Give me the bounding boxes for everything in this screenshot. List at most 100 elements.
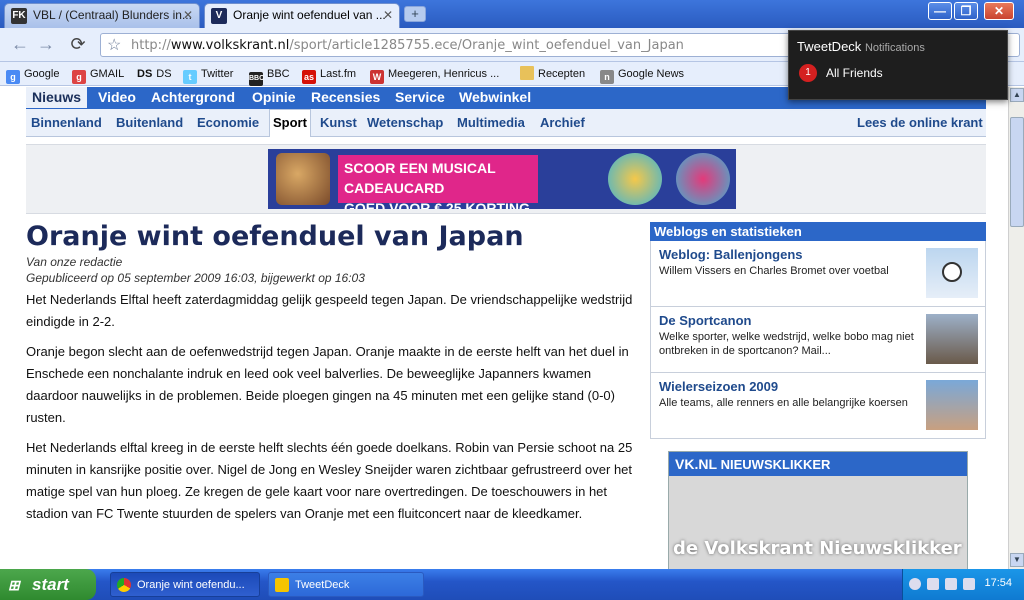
bookmark-meegeren[interactable]: W Meegeren, Henricus ... bbox=[370, 66, 499, 84]
tab-close-icon[interactable]: ✕ bbox=[183, 4, 193, 27]
advertisement-banner[interactable]: SCOOR EEN MUSICAL CADEAUCARD GOED VOOR € … bbox=[268, 149, 736, 209]
google-icon: g bbox=[6, 70, 20, 84]
taskbar-item-tweetdeck[interactable]: TweetDeck bbox=[268, 572, 424, 597]
nav-webwinkel[interactable]: Webwinkel bbox=[459, 88, 531, 106]
subnav-multimedia[interactable]: Multimedia bbox=[457, 115, 525, 130]
article: Oranje wint oefenduel van Japan Van onze… bbox=[26, 220, 638, 525]
article-paragraph: Het Nederlands Elftal heeft zaterdagmidd… bbox=[26, 292, 633, 329]
ad-badge-icon bbox=[676, 153, 730, 205]
article-paragraph: Het Nederlands elftal kreeg in de eerste… bbox=[26, 440, 633, 521]
subnav-wetenschap[interactable]: Wetenschap bbox=[367, 115, 443, 130]
nieuwsklikker-box[interactable]: VK.NL NIEUWSKLIKKER de Volkskrant Nieuws… bbox=[668, 451, 968, 569]
gmail-icon: g bbox=[72, 70, 86, 84]
sidebar-item-desc: Alle teams, alle renners en alle belangr… bbox=[659, 397, 908, 409]
tweetdeck-notification[interactable]: TweetDeck Notifications 1 All Friends bbox=[788, 30, 1008, 100]
system-tray: 17:54 bbox=[902, 569, 1024, 600]
bookmark-lastfm[interactable]: as Last.fm bbox=[302, 66, 356, 84]
windows-taskbar: ⊞ start Oranje wint oefendu... TweetDeck… bbox=[0, 569, 1024, 600]
network-icon[interactable] bbox=[927, 578, 939, 590]
scroll-up-icon[interactable]: ▲ bbox=[1010, 88, 1024, 102]
chrome-icon bbox=[117, 578, 131, 592]
bookmark-star-icon[interactable]: ☆ bbox=[107, 35, 121, 55]
tab-volkskrant[interactable]: V Oranje wint oefenduel van ... ✕ bbox=[204, 3, 400, 28]
article-paragraph: Oranje begon slecht aan de oefenwedstrij… bbox=[26, 344, 629, 425]
sidebar-item[interactable]: Weblog: Ballenjongens Willem Vissers en … bbox=[650, 241, 986, 307]
maximize-button[interactable]: ❐ bbox=[954, 2, 978, 20]
folder-icon bbox=[520, 66, 534, 80]
subnav-sport[interactable]: Sport bbox=[269, 109, 311, 137]
volkskrant-favicon-icon: V bbox=[211, 8, 227, 24]
all-friends-link[interactable]: All Friends bbox=[826, 66, 883, 80]
bookmark-ds[interactable]: DS DS bbox=[137, 66, 172, 82]
subnav-buitenland[interactable]: Buitenland bbox=[116, 115, 183, 130]
sidebar-weblogs: Weblogs en statistieken Weblog: Ballenjo… bbox=[650, 222, 986, 439]
clock: 17:54 bbox=[984, 577, 1012, 589]
web-page: Nieuws Video Achtergrond Opinie Recensie… bbox=[0, 87, 1008, 569]
minimize-button[interactable]: — bbox=[928, 2, 952, 20]
tweetdeck-icon bbox=[275, 578, 289, 592]
volume-icon[interactable] bbox=[963, 578, 975, 590]
tab-vbl[interactable]: FK VBL / (Centraal) Blunders in... ✕ bbox=[4, 3, 200, 28]
online-krant-link[interactable]: Lees de online krant bbox=[857, 115, 983, 130]
lastfm-icon: as bbox=[302, 70, 316, 84]
scrollbar-thumb[interactable] bbox=[1010, 117, 1024, 227]
tab-close-icon[interactable]: ✕ bbox=[383, 4, 393, 27]
banner-area: SCOOR EEN MUSICAL CADEAUCARD GOED VOOR € … bbox=[26, 144, 986, 214]
google-news-icon: n bbox=[600, 70, 614, 84]
football-thumbnail-icon bbox=[926, 248, 978, 298]
page-scrollbar[interactable]: ▲ ▼ bbox=[1008, 87, 1024, 569]
close-window-button[interactable]: ✕ bbox=[984, 2, 1014, 20]
subnav-economie[interactable]: Economie bbox=[197, 115, 259, 130]
bookmark-twitter[interactable]: t Twitter bbox=[183, 66, 233, 84]
ad-badge-icon bbox=[608, 153, 662, 205]
start-button[interactable]: ⊞ start bbox=[0, 569, 96, 600]
bookmark-recepten[interactable]: Recepten bbox=[520, 66, 585, 82]
nav-achtergrond[interactable]: Achtergrond bbox=[151, 88, 235, 106]
bookmark-bbc[interactable]: BBC BBC bbox=[249, 66, 290, 86]
forward-button[interactable]: → bbox=[34, 33, 58, 57]
cyclist-thumbnail-icon bbox=[926, 380, 978, 430]
sidebar-heading: Weblogs en statistieken bbox=[650, 222, 986, 241]
windows-logo-icon: ⊞ bbox=[8, 577, 20, 593]
bookmark-gmail[interactable]: g GMAIL bbox=[72, 66, 124, 84]
sub-nav: Binnenland Buitenland Economie Sport Kun… bbox=[26, 109, 986, 137]
sidebar-item[interactable]: Wielerseizoen 2009 Alle teams, alle renn… bbox=[650, 373, 986, 439]
subnav-archief[interactable]: Archief bbox=[540, 115, 585, 130]
back-button[interactable]: ← bbox=[8, 33, 32, 57]
article-headline: Oranje wint oefenduel van Japan bbox=[26, 221, 524, 252]
bookmark-google-news[interactable]: n Google News bbox=[600, 66, 684, 84]
nieuwsklikker-heading: VK.NL NIEUWSKLIKKER bbox=[669, 452, 967, 476]
article-byline: Van onze redactie bbox=[26, 255, 123, 269]
twitter-icon: t bbox=[183, 70, 197, 84]
ad-image-icon bbox=[276, 153, 330, 205]
nav-video[interactable]: Video bbox=[98, 88, 136, 106]
scroll-down-icon[interactable]: ▼ bbox=[1010, 553, 1024, 567]
url-text[interactable]: http://www.volkskrant.nl/sport/article12… bbox=[131, 38, 684, 53]
notification-count-badge: 1 bbox=[799, 64, 817, 82]
nieuwsklikker-title: de Volkskrant Nieuwsklikker bbox=[673, 538, 962, 559]
battery-icon[interactable] bbox=[945, 578, 957, 590]
tab-label: VBL / (Centraal) Blunders in... bbox=[33, 8, 192, 22]
sidebar-item-desc: Willem Vissers en Charles Bromet over vo… bbox=[659, 265, 889, 277]
wiki-icon: W bbox=[370, 70, 384, 84]
nav-service[interactable]: Service bbox=[395, 88, 445, 106]
subnav-binnenland[interactable]: Binnenland bbox=[31, 115, 102, 130]
nav-opinie[interactable]: Opinie bbox=[252, 88, 296, 106]
nav-nieuws[interactable]: Nieuws bbox=[26, 87, 88, 108]
taskbar-item-chrome[interactable]: Oranje wint oefendu... bbox=[110, 572, 260, 597]
tab-label: Oranje wint oefenduel van ... bbox=[233, 8, 386, 22]
sidebar-item-desc: Welke sporter, welke wedstrijd, welke bo… bbox=[659, 331, 914, 357]
tweetdeck-title: TweetDeck Notifications bbox=[797, 39, 925, 54]
vbl-favicon-icon: FK bbox=[11, 8, 27, 24]
nav-recensies[interactable]: Recensies bbox=[311, 88, 380, 106]
sidebar-item[interactable]: De Sportcanon Welke sporter, welke wedst… bbox=[650, 307, 986, 373]
reload-button[interactable]: ⟳ bbox=[66, 33, 90, 57]
subnav-kunst[interactable]: Kunst bbox=[320, 115, 357, 130]
bookmark-google[interactable]: g Google bbox=[6, 66, 59, 84]
ds-icon: DS bbox=[137, 68, 153, 80]
sportcanon-thumbnail-icon bbox=[926, 314, 978, 364]
tray-arrow-icon[interactable] bbox=[909, 578, 921, 590]
bbc-icon: BBC bbox=[249, 72, 264, 86]
new-tab-button[interactable]: + bbox=[404, 6, 426, 22]
ad-text: SCOOR EEN MUSICAL CADEAUCARD GOED VOOR € … bbox=[338, 155, 538, 209]
